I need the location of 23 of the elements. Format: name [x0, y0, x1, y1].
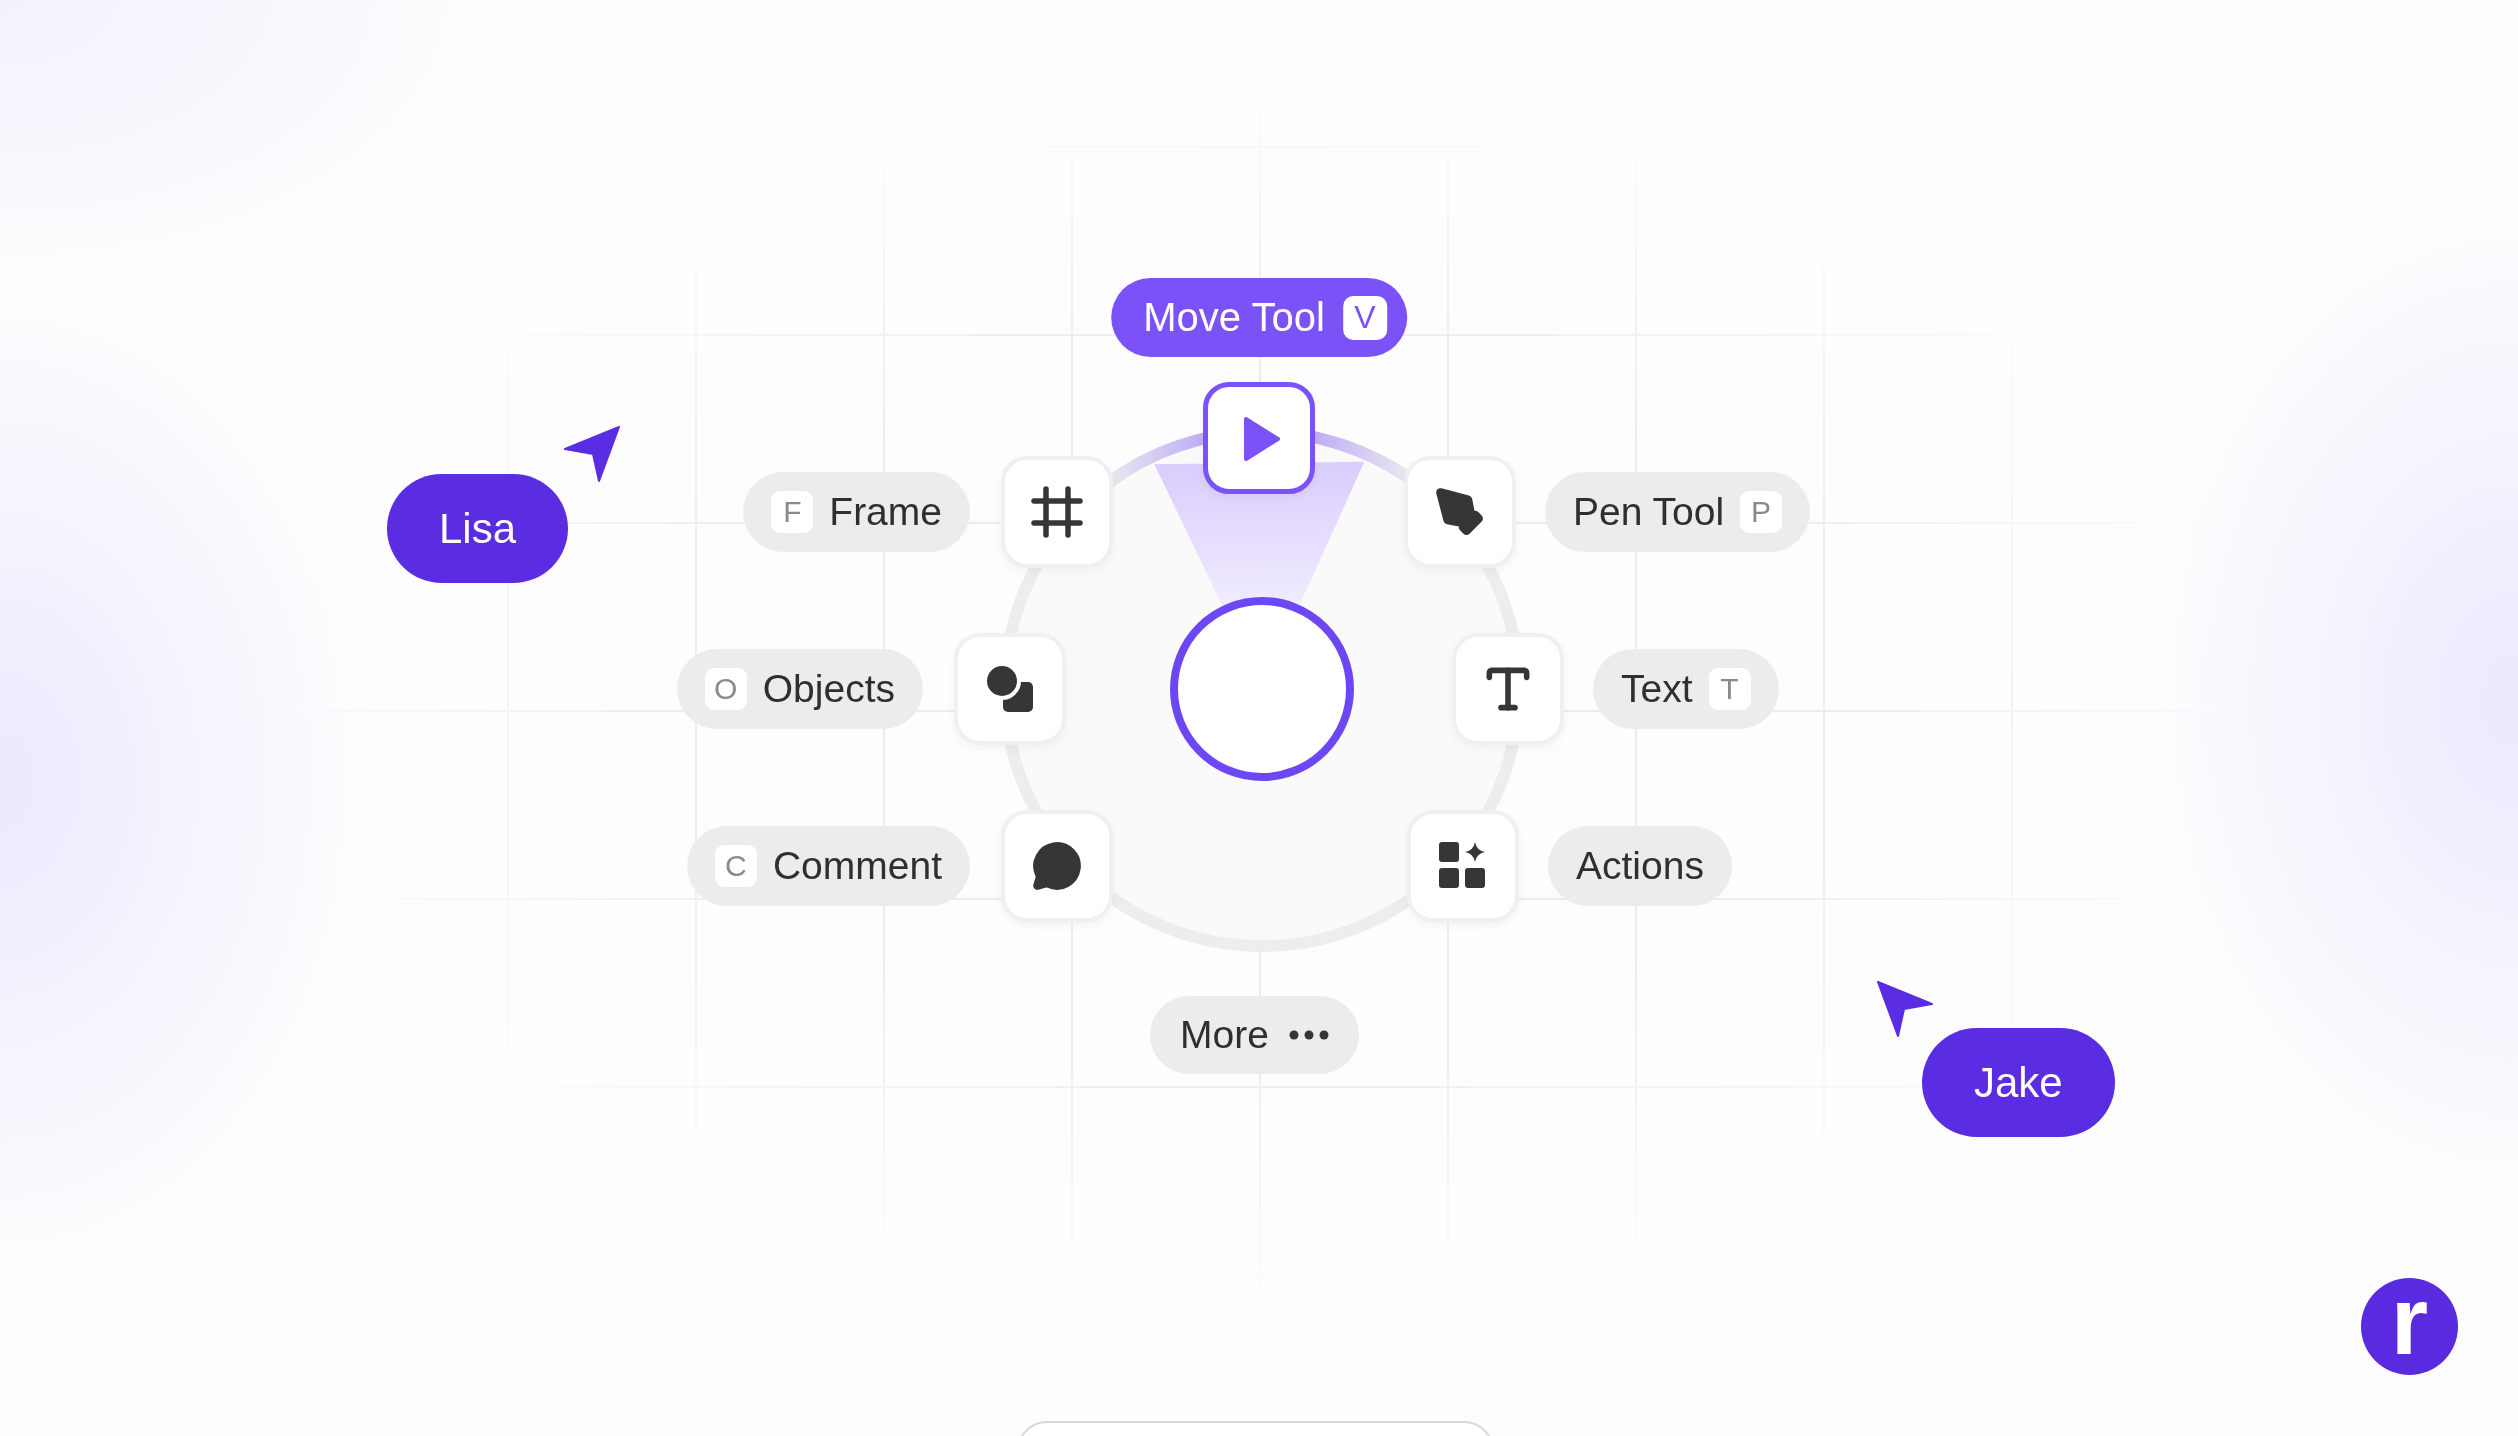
tooltip-label: Move Tool	[1143, 295, 1325, 340]
user-name-tag: Lisa	[387, 474, 569, 583]
brand-logo: r	[2361, 1278, 2458, 1375]
tool-label: Comment	[772, 844, 942, 888]
shortcut-key: O	[704, 668, 747, 710]
frame-icon	[1030, 485, 1084, 539]
comment-icon	[1031, 840, 1083, 892]
shortcut-key: V	[1342, 295, 1387, 340]
tool-label: Actions	[1576, 844, 1704, 888]
tool-label: Frame	[829, 490, 942, 534]
tool-label: Text	[1621, 667, 1693, 711]
shortcut-key: P	[1740, 491, 1783, 533]
pen-nib-icon	[1434, 486, 1486, 538]
tool-label: Objects	[762, 667, 895, 711]
ellipsis-icon	[1288, 1030, 1329, 1040]
cursor-arrow-icon	[563, 425, 621, 483]
tool-label: Pen Tool	[1573, 490, 1725, 534]
more-button[interactable]: More	[1150, 996, 1359, 1074]
shortcut-key: T	[1708, 668, 1751, 710]
cursor-arrow-icon	[1876, 980, 1934, 1038]
shortcut-key: F	[771, 491, 814, 533]
user-name-tag: Jake	[1922, 1028, 2115, 1137]
shortcut-key: C	[714, 845, 757, 887]
